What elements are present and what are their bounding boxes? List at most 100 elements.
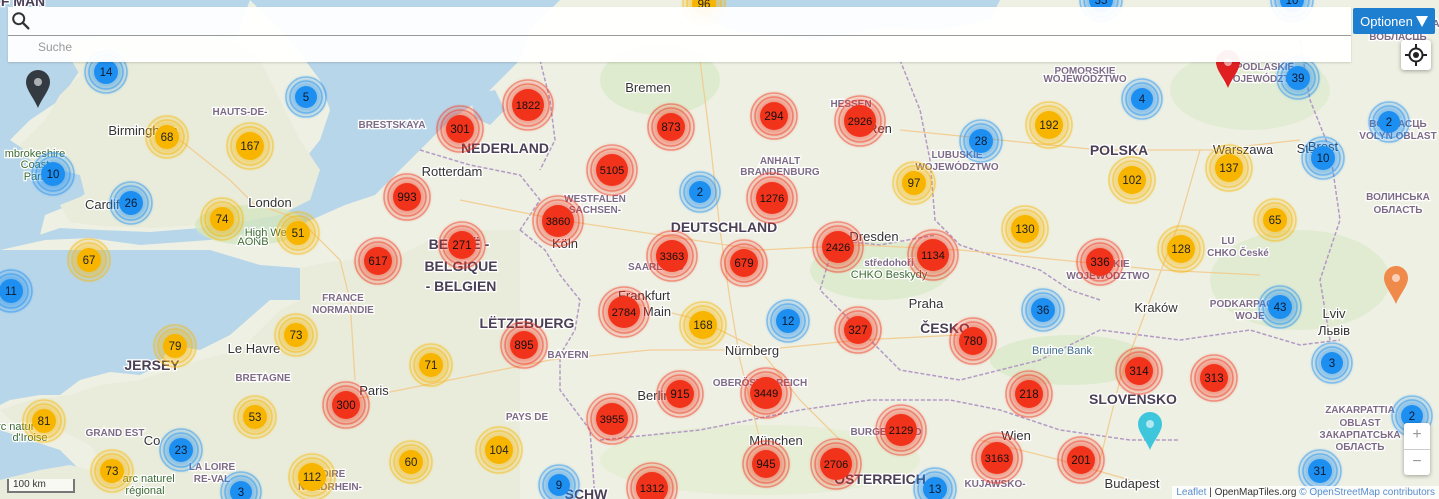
cluster-marker[interactable]: 68 [143, 113, 191, 161]
cluster-marker[interactable]: 993 [381, 171, 433, 223]
cluster-marker[interactable]: 74 [198, 195, 246, 243]
cluster-count: 39 [1292, 73, 1305, 85]
cluster-marker[interactable]: 60 [387, 438, 435, 486]
cluster-count: 112 [303, 472, 321, 484]
cluster-marker[interactable]: 79 [151, 322, 199, 370]
cluster-count: 4 [1139, 94, 1146, 106]
cluster-marker[interactable]: 2426 [810, 219, 866, 275]
cluster-marker[interactable]: 10 [29, 150, 77, 198]
cluster-marker[interactable]: 23 [157, 426, 205, 474]
cluster-marker[interactable]: 2784 [596, 284, 652, 340]
cluster-count: 2784 [612, 307, 636, 319]
cluster-marker[interactable]: 3363 [644, 228, 700, 284]
search-row [8, 7, 1351, 36]
cluster-marker[interactable]: 104 [473, 424, 525, 476]
leaflet-link[interactable]: Leaflet [1176, 487, 1206, 498]
cluster-marker[interactable]: 3163 [969, 430, 1025, 486]
cluster-marker[interactable]: 294 [748, 90, 800, 142]
cluster-marker[interactable]: 5 [283, 74, 329, 120]
options-button[interactable]: Optionen [1353, 8, 1435, 34]
cluster-marker[interactable]: 313 [1188, 352, 1240, 404]
cluster-count: 915 [670, 389, 689, 401]
cluster-marker[interactable]: 3 [1309, 340, 1355, 386]
cluster-marker[interactable]: 327 [832, 304, 884, 356]
cluster-count: 3363 [660, 251, 684, 263]
cluster-marker[interactable]: 81 [20, 397, 68, 445]
cluster-marker[interactable]: 5105 [584, 142, 640, 198]
cluster-marker[interactable]: 1134 [905, 227, 961, 283]
cluster-marker[interactable]: 168 [677, 299, 729, 351]
cluster-marker[interactable]: 201 [1055, 434, 1107, 486]
cluster-marker[interactable]: 10 [1299, 134, 1347, 182]
cluster-marker[interactable]: 271 [436, 219, 488, 271]
cluster-marker[interactable]: 3449 [738, 365, 794, 421]
cluster-count: 10 [47, 169, 60, 181]
cluster-marker[interactable]: 53 [231, 393, 279, 441]
cluster-marker[interactable]: 12 [764, 297, 812, 345]
cluster-count: 130 [1015, 224, 1034, 236]
zoom-out-button[interactable]: − [1404, 450, 1430, 476]
locate-button[interactable] [1401, 40, 1431, 70]
cluster-marker[interactable]: 2926 [832, 93, 888, 149]
cluster-count: 67 [83, 255, 96, 267]
cluster-marker[interactable]: 301 [434, 103, 486, 155]
cluster-marker[interactable]: 3955 [584, 391, 640, 447]
place-label-country: - BELGIEN [426, 278, 497, 294]
osm-link[interactable]: © OpenStreetMap contributors [1296, 487, 1435, 498]
cluster-marker[interactable]: 192 [1023, 99, 1075, 151]
openmaptiles-link[interactable]: OpenMapTiles.org [1215, 487, 1297, 498]
cluster-marker[interactable]: 1276 [744, 170, 800, 226]
cluster-marker[interactable]: 130 [999, 203, 1051, 255]
triangle-down-icon [1415, 15, 1428, 27]
search-input[interactable] [36, 39, 640, 55]
attribution-separator: | [1206, 487, 1215, 498]
cluster-count: 617 [368, 256, 387, 268]
cluster-marker[interactable]: 67 [65, 236, 113, 284]
cluster-marker[interactable]: 167 [224, 120, 276, 172]
cluster-count: 271 [452, 240, 471, 252]
place-label-region: WOJEWÓDZTWO [1043, 72, 1127, 85]
map-canvas[interactable]: NEDERLANDBELGIË -BELGIQUE- BELGIENLËTZEB… [0, 0, 1439, 499]
place-label-region: NORMANDIE [312, 305, 374, 316]
cluster-count: 26 [125, 198, 138, 210]
cluster-marker[interactable]: 780 [947, 315, 999, 367]
cluster-marker[interactable]: 2 [1366, 99, 1412, 145]
cluster-marker[interactable]: 314 [1113, 345, 1165, 397]
cluster-marker[interactable]: 679 [718, 237, 770, 289]
cluster-marker[interactable]: 3860 [530, 193, 586, 249]
cluster-count: 895 [514, 340, 533, 352]
cluster-marker[interactable]: 26 [107, 179, 155, 227]
cluster-marker[interactable]: 65 [1251, 196, 1299, 244]
cluster-count: 13 [929, 484, 942, 496]
cluster-marker[interactable]: 73 [272, 311, 320, 359]
cluster-marker[interactable]: 2 [677, 169, 723, 215]
cluster-marker[interactable]: 73 [88, 447, 136, 495]
cluster-marker[interactable]: 4 [1119, 76, 1165, 122]
cluster-marker[interactable]: 2706 [808, 436, 864, 492]
cluster-marker[interactable]: 895 [498, 319, 550, 371]
cluster-marker[interactable]: 1822 [500, 77, 556, 133]
cluster-marker[interactable]: 128 [1155, 223, 1207, 275]
cluster-marker[interactable]: 36 [1019, 286, 1067, 334]
pin-hole [1392, 274, 1400, 282]
cluster-marker[interactable]: 97 [890, 159, 938, 207]
cluster-marker[interactable]: 102 [1106, 154, 1158, 206]
cluster-marker[interactable]: 2129 [873, 402, 929, 458]
cluster-count: 1134 [921, 250, 945, 262]
cluster-marker[interactable]: 300 [320, 379, 372, 431]
cluster-marker[interactable]: 137 [1203, 142, 1255, 194]
zoom-in-button[interactable]: + [1404, 423, 1430, 450]
search-icon[interactable] [10, 10, 32, 32]
cluster-marker[interactable]: 945 [740, 438, 792, 490]
cluster-marker[interactable]: 28 [957, 117, 1005, 165]
cluster-marker[interactable]: 617 [352, 235, 404, 287]
cluster-marker[interactable]: 873 [645, 101, 697, 153]
cluster-marker[interactable]: 71 [407, 341, 455, 389]
cluster-count: 873 [661, 122, 680, 134]
cluster-marker[interactable]: 915 [654, 368, 706, 420]
cluster-marker[interactable]: 218 [1003, 368, 1055, 420]
cluster-marker[interactable]: 43 [1256, 283, 1304, 331]
cluster-marker[interactable]: 51 [274, 209, 322, 257]
cluster-marker[interactable]: 336 [1074, 236, 1126, 288]
place-label-region: FRANCE [322, 293, 364, 304]
